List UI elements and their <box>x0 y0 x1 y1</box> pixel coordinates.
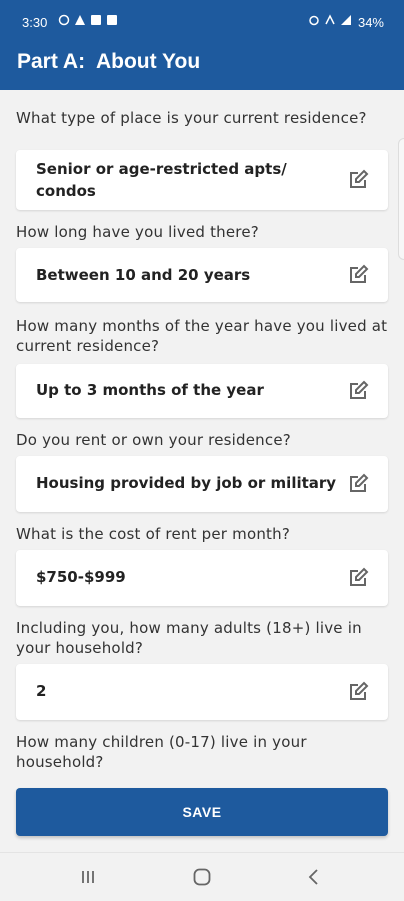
answer-card-length-of-residence[interactable]: Between 10 and 20 years <box>16 248 388 302</box>
answer-card-rent-cost[interactable]: $750-$999 <box>16 550 388 606</box>
form-content[interactable]: What type of place is your current resid… <box>0 90 404 852</box>
system-nav-bar <box>0 852 404 901</box>
back-icon[interactable] <box>302 865 326 889</box>
answer-card-residence-type[interactable]: Senior or age-restricted apts/ condos <box>16 150 388 210</box>
whatsapp-icon <box>58 14 70 26</box>
answer-adults-in-household: 2 <box>36 682 47 700</box>
scroll-indicator <box>398 138 404 260</box>
alarm-icon <box>309 15 319 26</box>
page-title: Part A: About You <box>17 50 201 73</box>
answer-rent-cost: $750-$999 <box>36 568 126 586</box>
save-button[interactable]: SAVE <box>16 788 388 836</box>
status-right-icons <box>308 14 352 26</box>
answer-card-adults-in-household[interactable]: 2 <box>16 664 388 720</box>
answer-length-of-residence: Between 10 and 20 years <box>36 266 251 284</box>
edit-icon[interactable] <box>346 379 370 403</box>
answer-card-months-per-year[interactable]: Up to 3 months of the year <box>16 364 388 418</box>
answer-residence-type: Senior or age-restricted apts/ condos <box>36 160 287 200</box>
edit-icon[interactable] <box>346 566 370 590</box>
question-residence-type: What type of place is your current resid… <box>16 109 367 127</box>
question-children-in-household: How many children (0-17) live in your ho… <box>16 733 307 771</box>
question-months-per-year: How many months of the year have you liv… <box>16 317 388 355</box>
image-icon <box>91 15 101 25</box>
answer-months-per-year: Up to 3 months of the year <box>36 381 264 399</box>
battery-level: 34% <box>357 15 384 30</box>
edit-icon[interactable] <box>346 263 370 287</box>
question-length-of-residence: How long have you lived there? <box>16 223 259 241</box>
home-icon[interactable] <box>190 865 214 889</box>
answer-card-rent-or-own[interactable]: Housing provided by job or military <box>16 456 388 512</box>
recents-icon[interactable] <box>76 865 100 889</box>
alert-icon <box>75 15 85 25</box>
status-left-icons <box>58 14 118 26</box>
status-bar: 3:30 34% <box>0 0 404 44</box>
answer-rent-or-own: Housing provided by job or military <box>36 474 337 492</box>
status-time: 3:30 <box>22 15 48 30</box>
edit-icon[interactable] <box>346 680 370 704</box>
question-rent-or-own: Do you rent or own your residence? <box>16 431 291 449</box>
edit-icon[interactable] <box>346 472 370 496</box>
question-rent-cost: What is the cost of rent per month? <box>16 525 290 543</box>
nfc-icon <box>325 14 335 25</box>
signal-icon <box>341 15 351 25</box>
image-icon <box>107 15 117 25</box>
app-header: Part A: About You <box>0 44 404 90</box>
edit-icon[interactable] <box>346 168 370 192</box>
question-adults-in-household: Including you, how many adults (18+) liv… <box>16 619 362 657</box>
